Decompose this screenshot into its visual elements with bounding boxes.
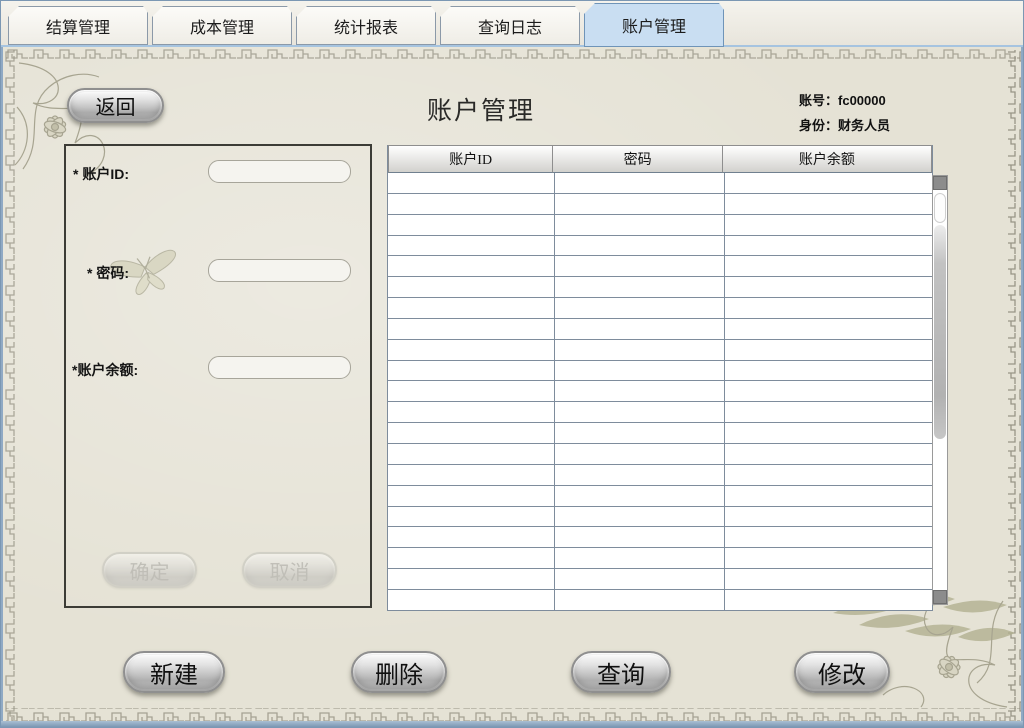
modify-button[interactable]: 修改 [794,651,890,693]
table-row[interactable] [388,318,932,340]
column-header-0[interactable]: 账户ID [388,145,554,173]
password-field[interactable] [208,259,351,282]
new-button[interactable]: 新建 [123,651,225,693]
column-header-1[interactable]: 密码 [553,145,723,173]
table-body[interactable] [388,173,932,611]
confirm-button[interactable]: 确定 [102,552,197,588]
table-row[interactable] [388,235,932,257]
table-header: 账户ID 密码 账户余额 [388,145,932,173]
scroll-track-segment[interactable] [934,193,946,223]
tab-reports[interactable]: 统计报表 [296,6,436,45]
column-divider [724,173,725,611]
tab-underline [1,45,1023,47]
table-row[interactable] [388,589,932,611]
scroll-up-button[interactable] [933,176,947,190]
column-divider [554,173,555,611]
table-row[interactable] [388,339,932,361]
password-label: * 密码: [87,265,129,281]
app-window: 结算管理 成本管理 统计报表 查询日志 账户管理 返回 账户管理 账号：fc00… [0,0,1024,728]
table-row[interactable] [388,214,932,236]
identity-value: 财务人员 [838,118,891,133]
table-row[interactable] [388,506,932,528]
border-bottom-ornament [6,708,1020,721]
tab-bar: 结算管理 成本管理 统计报表 查询日志 账户管理 [1,1,1023,47]
scroll-thumb[interactable] [934,225,946,439]
table-row[interactable] [388,256,932,278]
table-row[interactable] [388,402,932,424]
table-row[interactable] [388,360,932,382]
table-row[interactable] [388,298,932,319]
scroll-down-button[interactable] [933,590,947,604]
tab-logs[interactable]: 查询日志 [440,6,580,45]
table-row[interactable] [388,548,932,570]
column-header-2[interactable]: 账户余额 [722,145,932,173]
accounts-table: 账户ID 密码 账户余额 [387,145,933,611]
table-row[interactable] [388,423,932,444]
table-row[interactable] [388,381,932,403]
back-button[interactable]: 返回 [67,88,164,123]
table-row[interactable] [388,527,932,549]
table-row[interactable] [388,464,932,486]
border-top-ornament [6,49,1020,62]
table-row[interactable] [388,569,932,590]
identity-label: 身份： [799,118,839,133]
border-right-ornament [1008,50,1021,720]
table-row[interactable] [388,173,932,194]
balance-label: *账户余额: [72,362,139,378]
table-scrollbar[interactable] [932,175,948,605]
account-number-text: 账号：fc00000 [799,90,999,109]
account-management-page: 返回 账户管理 账号：fc00000 身份：财务人员 * 账户ID: * 密码:… [3,47,1021,721]
balance-field[interactable] [208,356,351,379]
query-button[interactable]: 查询 [571,651,671,693]
tab-cost[interactable]: 成本管理 [152,6,292,45]
account-number-value: fc00000 [838,93,886,108]
table-row[interactable] [388,193,932,215]
table-row[interactable] [388,443,932,465]
identity-text: 身份：财务人员 [799,115,999,134]
delete-button[interactable]: 删除 [351,651,447,693]
account-id-label: * 账户ID: [73,166,129,182]
table-row[interactable] [388,485,932,507]
tab-accounts[interactable]: 账户管理 [584,3,724,47]
page-title: 账户管理 [426,98,535,125]
account-id-field[interactable] [208,160,351,183]
window-bottom-edge [1,721,1023,727]
table-row[interactable] [388,277,932,299]
tab-settlement[interactable]: 结算管理 [8,6,148,45]
cancel-button[interactable]: 取消 [242,552,337,588]
account-number-label: 账号： [799,93,839,108]
border-left-ornament [5,50,18,720]
